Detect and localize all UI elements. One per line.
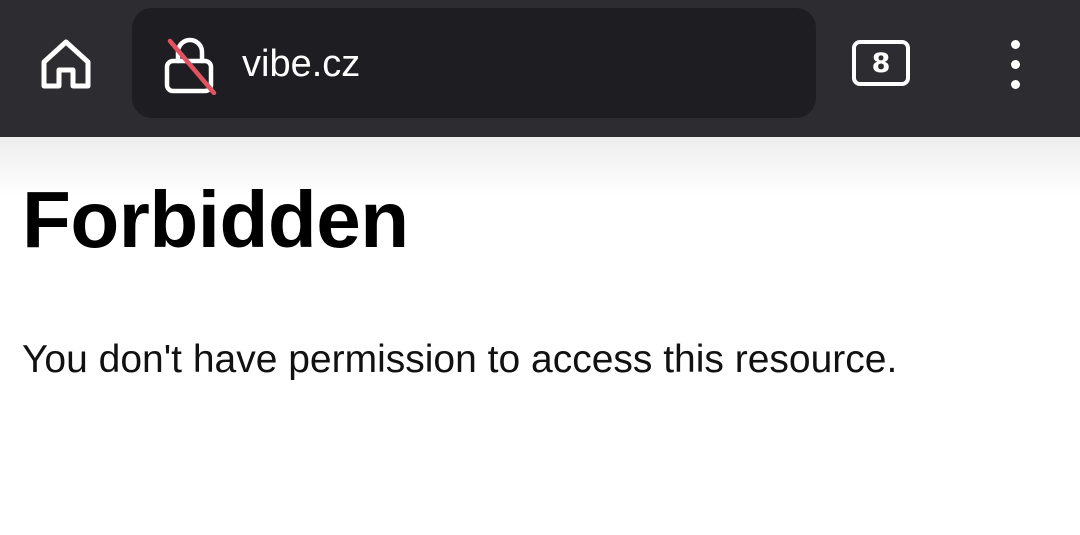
page-content: Forbidden You don't have permission to a…	[22, 170, 1062, 381]
home-button[interactable]	[30, 28, 102, 100]
browser-toolbar: vibe.cz 8	[0, 0, 1080, 137]
tab-count: 8	[871, 47, 891, 79]
error-message: You don't have permission to access this…	[22, 338, 898, 381]
home-icon	[41, 39, 91, 89]
insecure-lock-icon[interactable]	[160, 35, 220, 95]
tab-switcher-button[interactable]: 8	[852, 40, 910, 86]
more-vertical-icon[interactable]	[992, 36, 1038, 92]
address-bar[interactable]: vibe.cz	[132, 8, 816, 118]
page-title: Forbidden	[22, 175, 409, 264]
url-text[interactable]: vibe.cz	[242, 41, 360, 87]
